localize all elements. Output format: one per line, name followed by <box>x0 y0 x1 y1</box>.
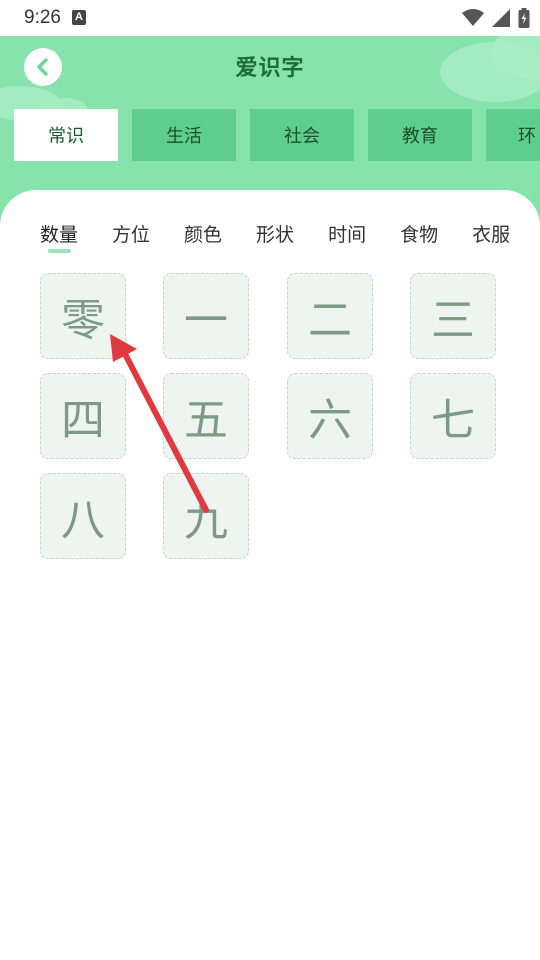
sub-tab-shiwu[interactable]: 食物 <box>400 220 438 247</box>
character-card[interactable]: 五 <box>163 373 249 459</box>
sub-tab-xingzhuang[interactable]: 形状 <box>256 220 294 247</box>
character-card[interactable]: 九 <box>163 473 249 559</box>
sub-tab-shuliang[interactable]: 数量 <box>40 220 78 247</box>
sub-tab-shijian[interactable]: 时间 <box>328 220 366 247</box>
active-sub-tab-indicator <box>48 249 71 253</box>
sub-tab-yifu[interactable]: 衣服 <box>472 220 510 247</box>
signal-icon <box>492 9 510 27</box>
status-icons <box>462 7 530 29</box>
sub-category-tabs: 数量 方位 颜色 形状 时间 食物 衣服 <box>40 220 518 254</box>
character-card[interactable]: 四 <box>40 373 126 459</box>
character-card[interactable]: 二 <box>287 273 373 359</box>
character-card[interactable]: 六 <box>287 373 373 459</box>
sub-tab-yanse[interactable]: 颜色 <box>184 220 222 247</box>
character-card[interactable]: 零 <box>40 273 126 359</box>
status-bar: 9:26 A <box>0 0 540 36</box>
character-card[interactable]: 八 <box>40 473 126 559</box>
wifi-icon <box>462 9 484 26</box>
character-card[interactable]: 七 <box>410 373 496 459</box>
tab-shenghuo[interactable]: 生活 <box>132 109 236 161</box>
page-title: 爱识字 <box>235 56 305 81</box>
sub-tab-fangwei[interactable]: 方位 <box>112 220 150 247</box>
character-card[interactable]: 一 <box>163 273 249 359</box>
tab-huan[interactable]: 环 <box>486 109 540 161</box>
battery-icon <box>518 8 530 28</box>
category-tabs: 常识 生活 社会 教育 环 <box>14 109 540 161</box>
tab-changshi[interactable]: 常识 <box>14 109 118 161</box>
tab-shehui[interactable]: 社会 <box>250 109 354 161</box>
character-card[interactable]: 三 <box>410 273 496 359</box>
status-time: 9:26 <box>24 7 61 28</box>
tab-jiaoyu[interactable]: 教育 <box>368 109 472 161</box>
notification-icon: A <box>72 10 86 25</box>
